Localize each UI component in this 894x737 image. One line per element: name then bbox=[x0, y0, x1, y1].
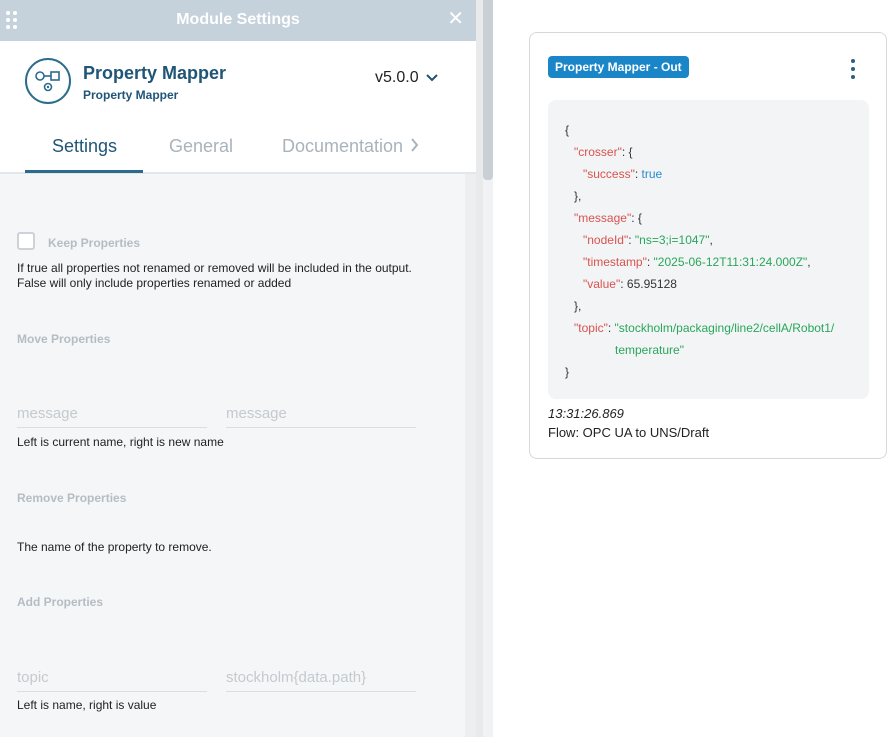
chevron-down-icon[interactable] bbox=[426, 74, 438, 82]
kebab-menu-icon[interactable] bbox=[850, 59, 856, 79]
json-line: "nodeId": "ns=3;i=1047", bbox=[583, 233, 713, 247]
flow-name: Flow: OPC UA to UNS/Draft bbox=[548, 425, 710, 440]
module-header: Property Mapper Property Mapper v5.0.0 S… bbox=[0, 41, 476, 174]
json-line: }, bbox=[574, 299, 582, 313]
keep-properties-help-1: If true all properties not renamed or re… bbox=[17, 261, 412, 275]
message-timestamp: 13:31:26.869 bbox=[548, 406, 624, 421]
json-line: temperature" bbox=[615, 343, 684, 357]
json-output: { "crosser": { "success": true }, "messa… bbox=[548, 100, 869, 399]
json-line: { bbox=[565, 123, 570, 137]
tab-documentation[interactable]: Documentation bbox=[282, 136, 403, 157]
panel-title: Module Settings bbox=[176, 11, 300, 28]
add-properties-help: Left is name, right is value bbox=[17, 698, 157, 712]
version-selector[interactable]: v5.0.0 bbox=[375, 69, 419, 87]
debug-output-card: Property Mapper - Out { "crosser": { "su… bbox=[529, 32, 887, 459]
module-type: Property Mapper bbox=[83, 88, 179, 102]
active-tab-indicator bbox=[25, 170, 143, 173]
settings-scrollbar[interactable] bbox=[465, 174, 476, 737]
keep-properties-help-2: False will only include properties renam… bbox=[17, 276, 292, 290]
chevron-right-icon[interactable] bbox=[410, 138, 419, 152]
remove-properties-help: The name of the property to remove. bbox=[17, 540, 212, 554]
json-line: "timestamp": "2025-06-12T11:31:24.000Z", bbox=[583, 255, 811, 269]
module-name: Property Mapper bbox=[83, 63, 227, 83]
move-properties-help: Left is current name, right is new name bbox=[17, 435, 224, 449]
add-value-input[interactable] bbox=[226, 664, 416, 692]
output-badge: Property Mapper - Out bbox=[548, 56, 689, 78]
json-line: }, bbox=[574, 189, 582, 203]
remove-properties-label: Remove Properties bbox=[17, 491, 127, 505]
add-name-input[interactable] bbox=[17, 664, 207, 692]
tab-settings[interactable]: Settings bbox=[52, 136, 117, 157]
json-line: "crosser": { bbox=[574, 145, 633, 159]
keep-properties-label: Keep Properties bbox=[48, 236, 141, 250]
json-line: "success": true bbox=[583, 167, 663, 181]
move-to-input[interactable] bbox=[226, 400, 416, 428]
canvas-scroll-thumb[interactable] bbox=[483, 0, 493, 180]
close-icon[interactable]: ✕ bbox=[447, 9, 464, 29]
add-properties-label: Add Properties bbox=[17, 595, 104, 609]
move-from-input[interactable] bbox=[17, 400, 207, 428]
settings-titlebar: Module Settings ✕ bbox=[0, 0, 476, 41]
module-settings-panel: Module Settings ✕ Property Mapper Proper… bbox=[0, 0, 476, 737]
move-properties-label: Move Properties bbox=[17, 332, 111, 346]
keep-properties-checkbox[interactable] bbox=[17, 232, 35, 250]
tab-general[interactable]: General bbox=[169, 136, 233, 157]
json-line: "message": { bbox=[574, 211, 642, 225]
json-line: "value": 65.95128 bbox=[583, 277, 677, 291]
json-line: "topic": "stockholm/packaging/line2/cell… bbox=[574, 321, 835, 335]
module-icon bbox=[25, 58, 71, 104]
json-line: } bbox=[565, 365, 570, 379]
panel-divider[interactable] bbox=[476, 0, 483, 737]
